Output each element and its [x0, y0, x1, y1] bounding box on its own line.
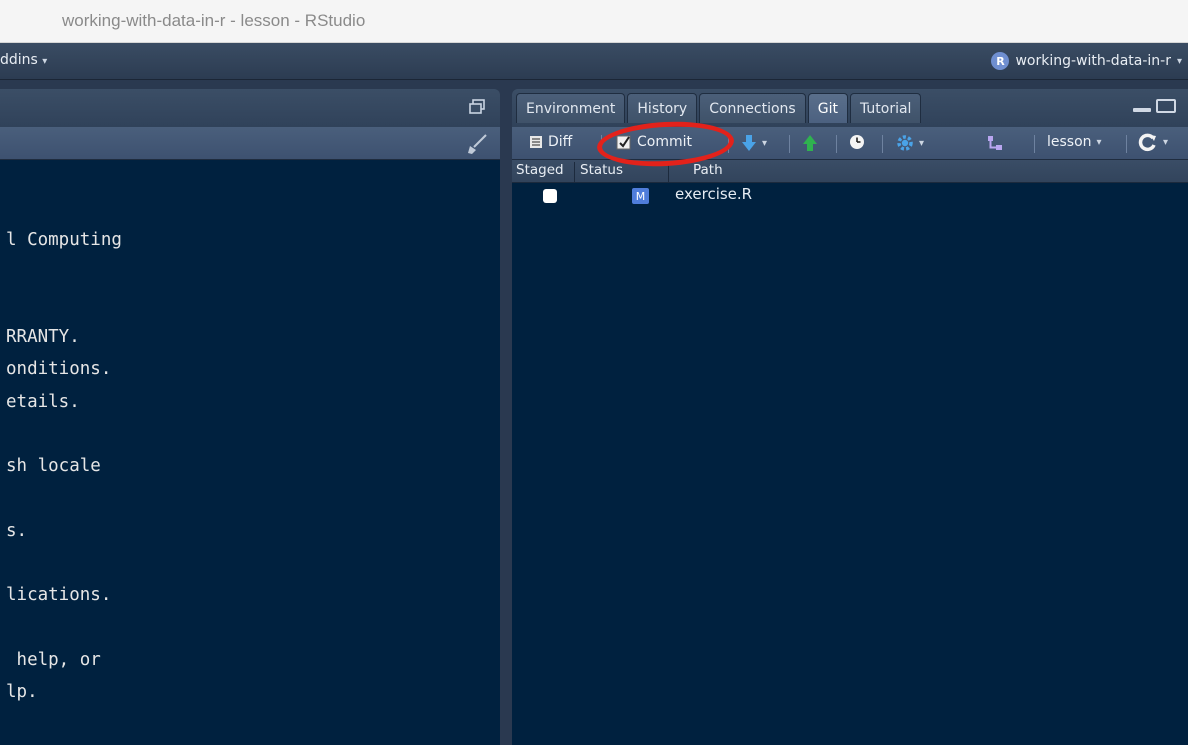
console-line: lications. [6, 585, 112, 605]
gear-icon [897, 135, 913, 151]
console-line: sh locale [6, 456, 101, 476]
console-output[interactable]: l Computing RRANTY. onditions. etails. s… [0, 160, 500, 745]
status-badge: M [632, 188, 649, 204]
window-title: working-with-data-in-r - lesson - RStudi… [62, 11, 366, 30]
project-r-icon: R [991, 52, 1010, 70]
tab-history[interactable]: History [627, 93, 698, 123]
diff-button[interactable]: Diff [529, 134, 572, 150]
right-pane-tabrow: Environment History Connections Git Tuto… [512, 89, 1188, 127]
addins-menu[interactable]: ddins ▾ [0, 52, 47, 68]
branch-selector[interactable]: lesson ▾ [1047, 134, 1102, 150]
pull-button[interactable]: ▾ [741, 134, 767, 152]
branch-button[interactable] [986, 134, 1004, 152]
branch-icon [988, 136, 1002, 150]
tab-environment[interactable]: Environment [516, 93, 626, 123]
broom-icon[interactable] [466, 133, 488, 159]
clock-icon [850, 135, 864, 149]
toolbar-separator [728, 135, 729, 153]
console-line: onditions. [6, 359, 112, 379]
console-line: RRANTY. [6, 327, 80, 347]
column-divider [574, 162, 575, 185]
toolbar-separator [882, 135, 883, 153]
addins-label: ddins [0, 52, 38, 68]
pane-tabs: Environment History Connections Git Tuto… [516, 93, 923, 123]
console-tabrow [0, 89, 500, 127]
console-line: l Computing [6, 230, 122, 250]
refresh-icon [1138, 133, 1156, 152]
project-menu[interactable]: R working-with-data-in-r ▾ [991, 52, 1182, 70]
toolbar-separator [836, 135, 837, 153]
toolbar-separator [789, 135, 790, 153]
git-pane: Environment History Connections Git Tuto… [512, 89, 1188, 745]
git-settings-menu[interactable]: ▾ [896, 134, 924, 152]
column-path[interactable]: Path [693, 162, 723, 178]
commit-label: Commit [637, 134, 692, 150]
console-line: lp. [6, 682, 38, 702]
refresh-button[interactable]: ▾ [1138, 132, 1168, 152]
tab-tutorial[interactable]: Tutorial [849, 93, 922, 123]
history-button[interactable] [849, 134, 865, 150]
git-toolbar: Diff Commit ▾ ▾ lesson ▾ ▾ [512, 127, 1188, 160]
column-status[interactable]: Status [580, 162, 623, 178]
chevron-down-icon: ▾ [1163, 136, 1169, 148]
tab-connections[interactable]: Connections [699, 93, 806, 123]
console-line: help, or [6, 650, 101, 670]
pane-window-controls [1132, 99, 1176, 113]
tab-git[interactable]: Git [807, 93, 848, 123]
push-button[interactable] [802, 134, 818, 152]
project-name: working-with-data-in-r [1015, 53, 1171, 69]
chevron-down-icon: ▾ [1096, 136, 1102, 148]
column-staged[interactable]: Staged [516, 162, 564, 178]
git-file-list: M exercise.R [512, 183, 1188, 745]
popout-icon[interactable] [468, 98, 486, 120]
minimize-pane-button[interactable] [1132, 99, 1152, 113]
column-divider [668, 162, 669, 185]
staged-checkbox[interactable] [543, 189, 557, 203]
chevron-down-icon: ▾ [919, 137, 925, 149]
chevron-down-icon: ▾ [1176, 55, 1182, 67]
commit-icon [616, 135, 631, 150]
toolbar-separator [601, 135, 602, 153]
git-file-row[interactable]: M exercise.R [512, 183, 1188, 207]
file-path[interactable]: exercise.R [675, 185, 752, 203]
chevron-down-icon: ▾ [762, 137, 768, 149]
toolbar-separator [1126, 135, 1127, 153]
diff-icon [530, 136, 542, 148]
diff-label: Diff [548, 134, 573, 150]
main-toolbar: ddins ▾ R working-with-data-in-r ▾ [0, 43, 1188, 80]
window-titlebar: working-with-data-in-r - lesson - RStudi… [0, 0, 1188, 43]
chevron-down-icon: ▾ [42, 56, 48, 67]
console-pane: l Computing RRANTY. onditions. etails. s… [0, 89, 500, 745]
commit-button[interactable]: Commit [616, 134, 692, 150]
toolbar-separator [1034, 135, 1035, 153]
console-toolbar [0, 127, 500, 160]
branch-name: lesson [1047, 134, 1092, 150]
maximize-pane-button[interactable] [1156, 99, 1176, 113]
console-line: s. [6, 521, 28, 541]
console-line: etails. [6, 392, 80, 412]
pull-arrow-icon [742, 135, 756, 151]
git-column-header: Staged Status Path [512, 160, 1188, 185]
push-arrow-icon [803, 135, 817, 151]
